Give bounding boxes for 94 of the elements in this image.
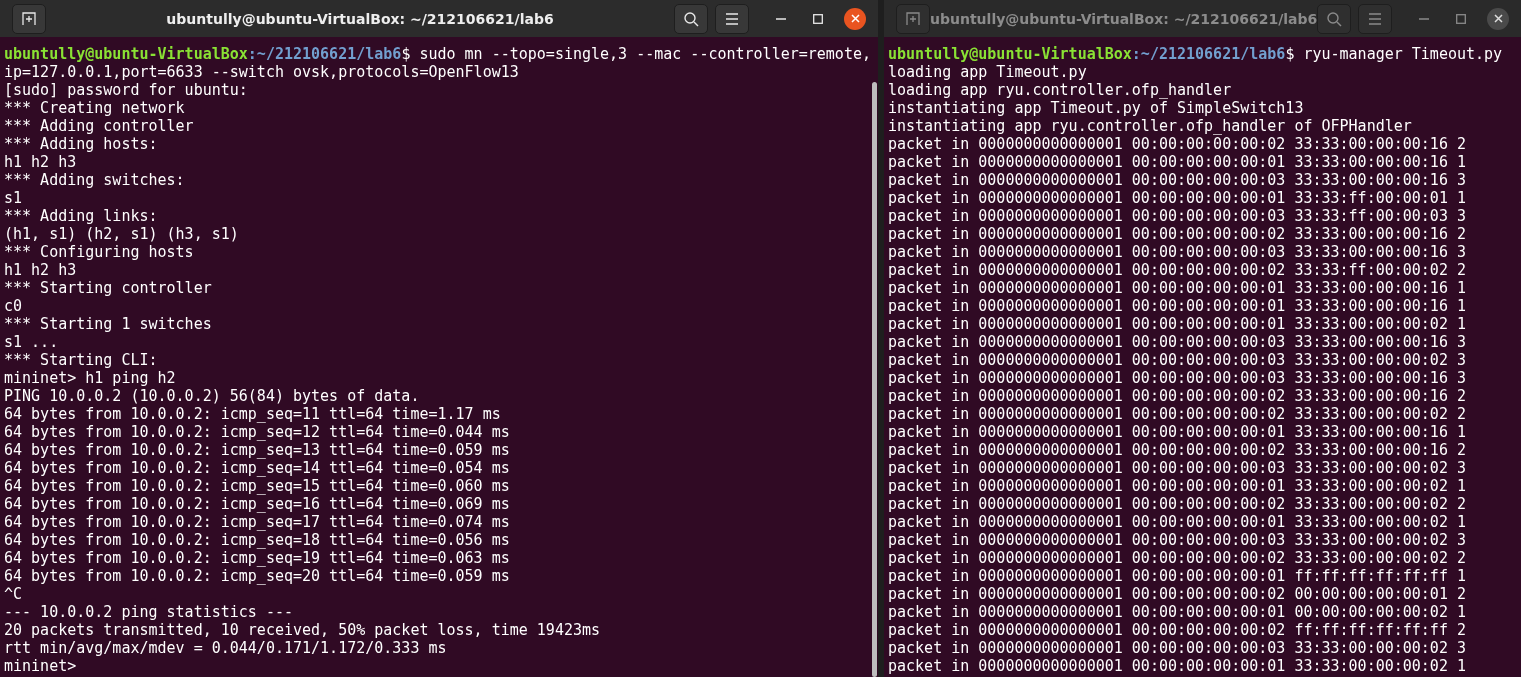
maximize-icon (813, 13, 823, 24)
output-line: 64 bytes from 10.0.0.2: icmp_seq=14 ttl=64 time=0.054 ms (4, 459, 510, 477)
output-line: mininet> (4, 657, 77, 675)
output-line: packet in 0000000000000001 00:00:00:00:00:01 33:33:00:00:00:16 1 (888, 153, 1466, 171)
output-line: 64 bytes from 10.0.0.2: icmp_seq=17 ttl=64 time=0.074 ms (4, 513, 510, 531)
output-line: packet in 0000000000000001 00:00:00:00:00:02 00:00:00:00:00:01 2 (888, 585, 1466, 603)
output-line: 20 packets transmitted, 10 received, 50% packet loss, time 19423ms (4, 621, 601, 639)
output-line: (h1, s1) (h2, s1) (h3, s1) (4, 225, 239, 243)
output-line: packet in 0000000000000001 00:00:00:00:00:03 33:33:00:00:00:16 3 (888, 333, 1466, 351)
new-tab-icon (22, 11, 36, 26)
output-line: packet in 0000000000000001 00:00:00:00:00:01 33:33:00:00:00:02 1 (888, 315, 1466, 333)
output-line: PING 10.0.0.2 (10.0.0.2) 56(84) bytes of data. (4, 387, 420, 405)
menu-icon (725, 12, 739, 25)
output-line: *** Adding hosts: (4, 135, 158, 153)
output-line: *** Adding controller (4, 117, 194, 135)
close-icon (1493, 14, 1503, 23)
scrollbar-thumb[interactable] (872, 82, 877, 677)
output-line: packet in 0000000000000001 00:00:00:00:00:01 33:33:00:00:00:02 1 (888, 657, 1466, 675)
search-icon (1326, 10, 1342, 27)
output-line: packet in 0000000000000001 00:00:00:00:00:01 33:33:00:00:00:16 1 (888, 279, 1466, 297)
output-line: packet in 0000000000000001 00:00:00:00:00:02 33:33:ff:00:00:02 2 (888, 261, 1466, 279)
output-line: *** Adding links: (4, 207, 158, 225)
output-line: *** Adding switches: (4, 171, 185, 189)
output-line: packet in 0000000000000001 00:00:00:00:00:03 33:33:00:00:00:16 3 (888, 369, 1466, 387)
output-line: packet in 0000000000000001 00:00:00:00:00:03 33:33:ff:00:00:03 3 (888, 207, 1466, 225)
prompt-path: :~/212106621/lab6 (1131, 45, 1286, 63)
window-title: ubuntully@ubuntu-VirtualBox: ~/212106621/lab6 (166, 10, 554, 27)
output-line: c0 (4, 297, 23, 315)
output-line: 64 bytes from 10.0.0.2: icmp_seq=12 ttl=64 time=0.044 ms (4, 423, 510, 441)
close-icon (850, 14, 860, 23)
output-line: h1 h2 h3 (4, 261, 77, 279)
output-line: packet in 0000000000000001 00:00:00:00:00:01 ff:ff:ff:ff:ff:ff 1 (888, 567, 1466, 585)
output-line: 64 bytes from 10.0.0.2: icmp_seq=11 ttl=64 time=1.17 ms (4, 405, 501, 423)
output-line: rtt min/avg/max/mdev = 0.044/0.171/1.172/0.333 ms (4, 639, 447, 657)
output-line: packet in 0000000000000001 00:00:00:00:00:01 33:33:00:00:00:16 1 (888, 423, 1466, 441)
output-line: 64 bytes from 10.0.0.2: icmp_seq=13 ttl=64 time=0.059 ms (4, 441, 510, 459)
window-title: ubuntully@ubuntu-VirtualBox: ~/212106621/lab6 (930, 10, 1318, 27)
output-line: packet in 0000000000000001 00:00:00:00:00:03 33:33:00:00:00:02 3 (888, 459, 1466, 477)
output-line: packet in 0000000000000001 00:00:00:00:00:01 33:33:00:00:00:16 1 (888, 297, 1466, 315)
output-line: packet in 0000000000000001 00:00:00:00:00:02 33:33:00:00:00:16 2 (888, 387, 1466, 405)
output-line: loading app ryu.controller.ofp_handler (888, 81, 1232, 99)
output-line: 64 bytes from 10.0.0.2: icmp_seq=15 ttl=64 time=0.060 ms (4, 477, 510, 495)
output-line: s1 (4, 189, 23, 207)
minimize-icon (1419, 17, 1429, 20)
output-line: 64 bytes from 10.0.0.2: icmp_seq=18 ttl=64 time=0.056 ms (4, 531, 510, 549)
output-line: packet in 0000000000000001 00:00:00:00:00:03 33:33:00:00:00:02 3 (888, 531, 1466, 549)
output-line: packet in 0000000000000001 00:00:00:00:00:03 33:33:00:00:00:02 3 (888, 639, 1466, 657)
output-line: *** Creating network (4, 99, 185, 117)
menu-button[interactable] (715, 3, 749, 34)
output-line: *** Configuring hosts (4, 243, 194, 261)
output-line: --- 10.0.0.2 ping statistics --- (4, 603, 293, 621)
output-line: packet in 0000000000000001 00:00:00:00:00:01 33:33:ff:00:00:01 1 (888, 189, 1466, 207)
search-icon (683, 10, 699, 27)
menu-icon (1368, 12, 1382, 25)
prompt-user: ubuntully@ubuntu-VirtualBox (888, 45, 1132, 63)
output-line: packet in 0000000000000001 00:00:00:00:00:03 33:33:00:00:00:16 3 (888, 171, 1466, 189)
output-line: packet in 0000000000000001 00:00:00:00:00:01 33:33:00:00:00:02 1 (888, 477, 1466, 495)
close-button[interactable] (1487, 7, 1509, 30)
search-button[interactable] (674, 3, 708, 34)
output-line: packet in 0000000000000001 00:00:00:00:00:02 ff:ff:ff:ff:ff:ff 2 (888, 621, 1466, 639)
output-line: instantiating app ryu.controller.ofp_handler of OFPHandler (888, 117, 1412, 135)
output-line: h1 h2 h3 (4, 153, 77, 171)
close-button[interactable] (844, 7, 866, 30)
command-text: $ sudo mn --topo=single,3 --mac --controller=remote, (401, 45, 871, 63)
output-line: packet in 0000000000000001 00:00:00:00:00:01 33:33:00:00:00:02 1 (888, 513, 1466, 531)
output-line: packet in 0000000000000001 00:00:00:00:00:03 33:33:00:00:00:02 3 (888, 351, 1466, 369)
output-line: packet in 0000000000000001 00:00:00:00:00:02 33:33:00:00:00:02 2 (888, 495, 1466, 513)
output-line: [sudo] password for ubuntu: (4, 81, 248, 99)
prompt-path: :~/212106621/lab6 (247, 45, 402, 63)
output-line: packet in 0000000000000001 00:00:00:00:00:03 33:33:00:00:00:16 3 (888, 243, 1466, 261)
output-line: packet in 0000000000000001 00:00:00:00:00:02 33:33:00:00:00:16 2 (888, 225, 1466, 243)
prompt-user: ubuntully@ubuntu-VirtualBox (4, 45, 248, 63)
minimize-icon (776, 17, 786, 20)
new-tab-button[interactable] (12, 3, 46, 34)
output-line: s1 ... (4, 333, 59, 351)
new-tab-icon (906, 11, 920, 26)
output-line: instantiating app Timeout.py of SimpleSwitch13 (888, 99, 1304, 117)
output-line: 64 bytes from 10.0.0.2: icmp_seq=19 ttl=64 time=0.063 ms (4, 549, 510, 567)
maximize-icon (1456, 13, 1466, 24)
output-line: ip=127.0.0.1,port=6633 --switch ovsk,protocols=OpenFlow13 (4, 63, 519, 81)
output-line: packet in 0000000000000001 00:00:00:00:00:02 33:33:00:00:00:02 2 (888, 549, 1466, 567)
command-text: $ ryu-manager Timeout.py (1285, 45, 1503, 63)
output-line: packet in 0000000000000001 00:00:00:00:00:02 33:33:00:00:00:16 2 (888, 135, 1466, 153)
output-line: packet in 0000000000000001 00:00:00:00:00:02 33:33:00:00:00:02 2 (888, 405, 1466, 423)
output-line: *** Starting controller (4, 279, 212, 297)
output-line: packet in 0000000000000001 00:00:00:00:00:01 00:00:00:00:00:02 1 (888, 603, 1466, 621)
output-line: packet in 0000000000000001 00:00:00:00:00:02 33:33:00:00:00:16 2 (888, 441, 1466, 459)
output-line: 64 bytes from 10.0.0.2: icmp_seq=16 ttl=64 time=0.069 ms (4, 495, 510, 513)
output-line: *** Starting 1 switches (4, 315, 212, 333)
output-line: 64 bytes from 10.0.0.2: icmp_seq=20 ttl=64 time=0.059 ms (4, 567, 510, 585)
output-line: *** Starting CLI: (4, 351, 158, 369)
output-line: ^C (4, 585, 23, 603)
output-line: loading app Timeout.py (888, 63, 1087, 81)
output-line: mininet> h1 ping h2 (4, 369, 176, 387)
